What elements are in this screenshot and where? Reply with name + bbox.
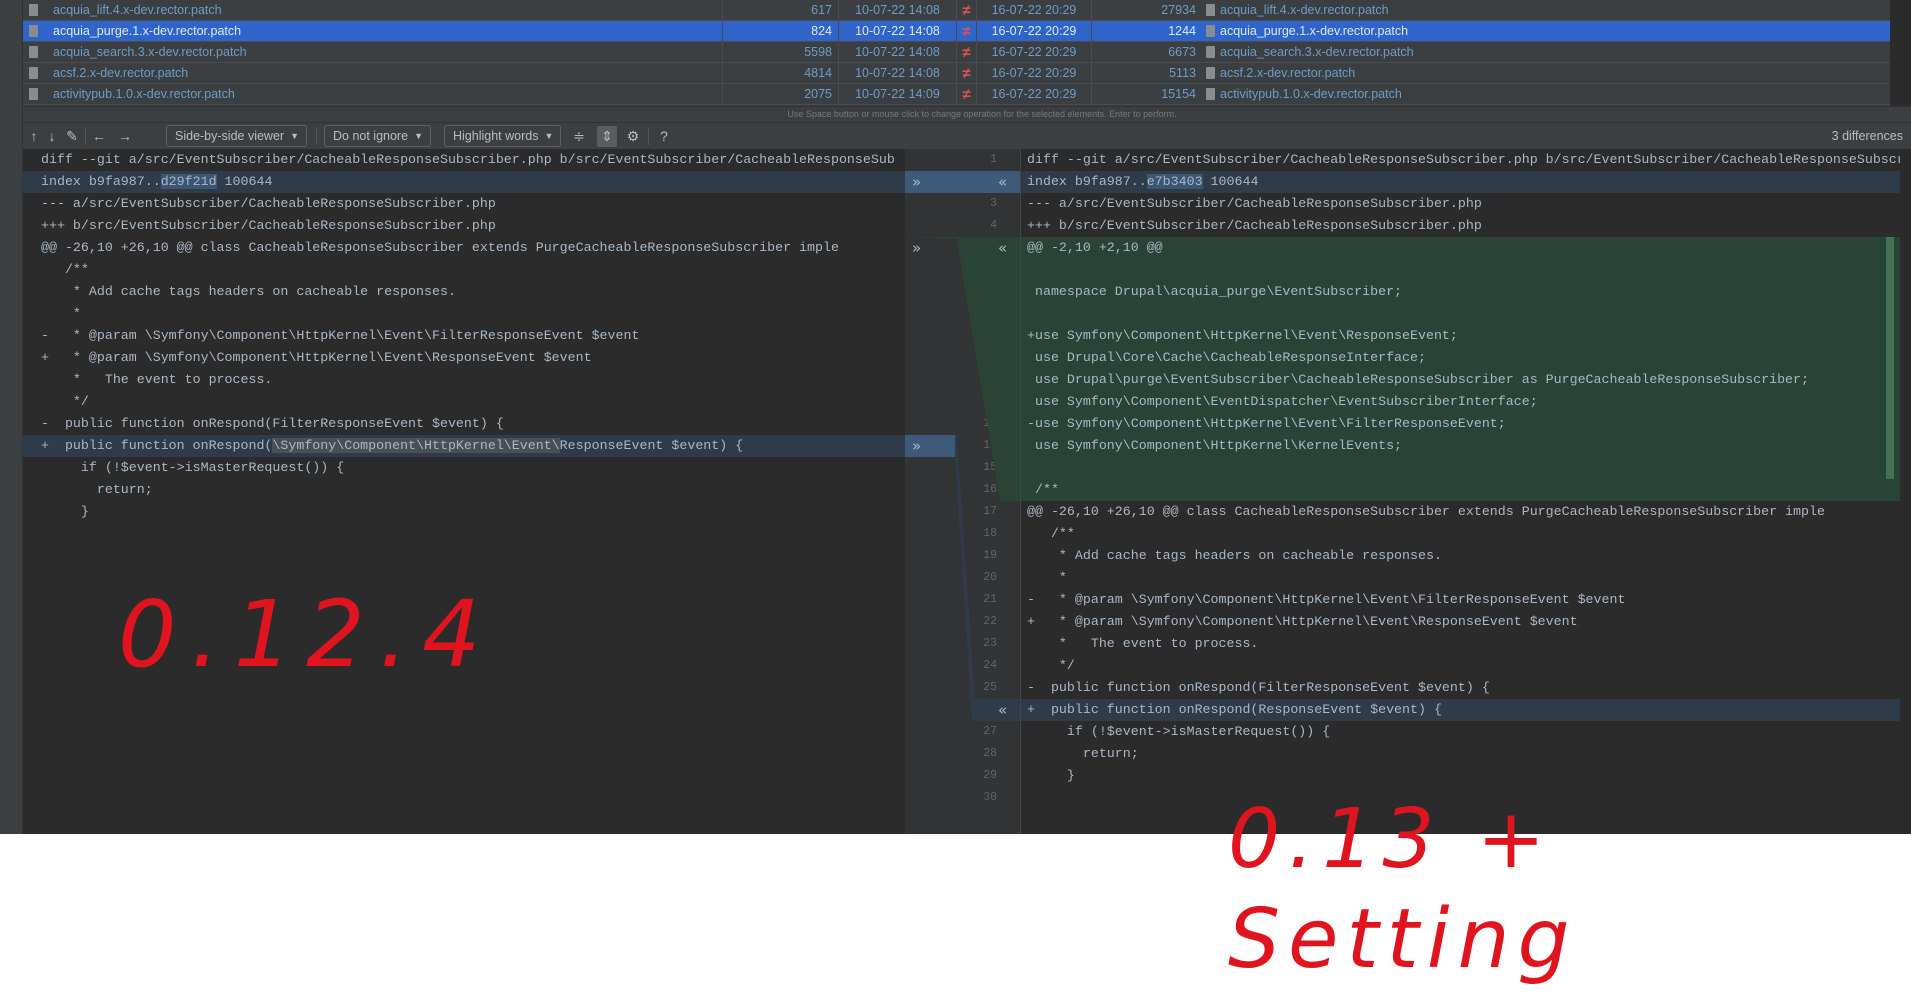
diff-tool-window: acquia_lift.4.x-dev.rector.patch 617 10-07…	[0, 0, 1911, 834]
apply-left-arrow-icon[interactable]: «	[998, 239, 1007, 257]
apply-right-arrow-icon[interactable]: »	[912, 437, 921, 455]
change-marker	[1886, 237, 1894, 479]
apply-right-arrow-icon[interactable]: »	[912, 173, 921, 191]
apply-right-arrow-icon[interactable]: »	[912, 239, 921, 257]
apply-left-arrow-icon[interactable]: «	[998, 173, 1007, 191]
apply-left-arrow-icon[interactable]: «	[998, 701, 1007, 719]
diff-connectors: » » » « « «	[905, 171, 1894, 721]
insertion-connector	[905, 237, 1020, 501]
